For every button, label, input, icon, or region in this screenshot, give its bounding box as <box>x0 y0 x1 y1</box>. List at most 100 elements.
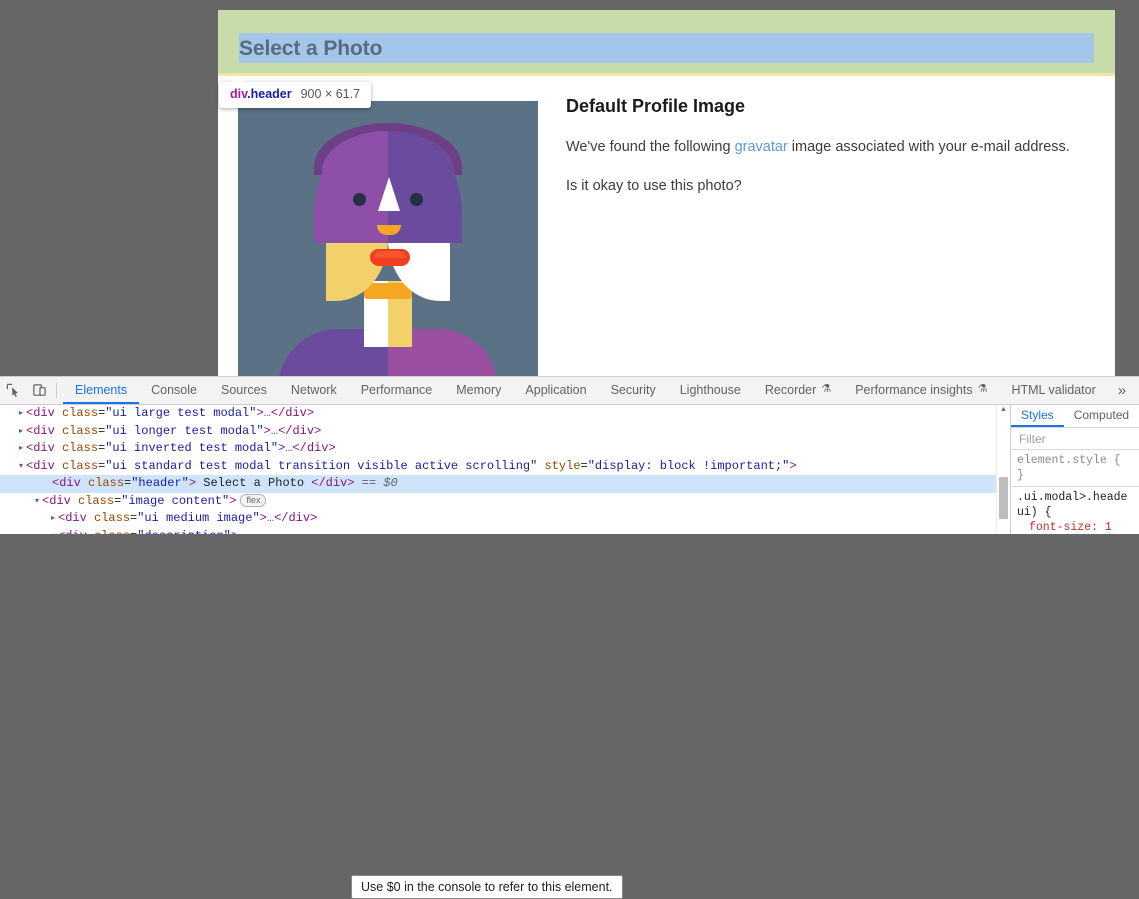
devtools-tab-recorder[interactable]: Recorder ⚗ <box>753 377 843 404</box>
page-dimmer-area: Select a Photo Default Profile Image We'… <box>0 0 1139 376</box>
dom-token: Select a Photo <box>196 476 312 490</box>
disclosure-triangle-icon[interactable]: ▸ <box>16 405 26 423</box>
tab-label: Security <box>610 382 656 397</box>
css-rule-element-style[interactable]: element.style { } <box>1011 450 1139 487</box>
dom-token: > <box>229 493 237 508</box>
devtools-panel: Elements Console Sources Network Performance… <box>0 376 1139 899</box>
dom-tree-row[interactable]: ▾ <div class = "ui standard test modal tran… <box>0 458 1010 476</box>
devtools-tab-memory[interactable]: Memory <box>444 377 513 404</box>
disclosure-triangle-icon[interactable]: ▸ <box>16 440 26 458</box>
devtools-tab-elements[interactable]: Elements <box>63 377 140 404</box>
devtools-tab-performance-insights[interactable]: Performance insights ⚗ <box>843 377 999 404</box>
element-style-selector: element.style { <box>1017 454 1121 467</box>
styles-tab-computed[interactable]: Computed <box>1064 405 1139 427</box>
dom-tree-row[interactable]: ▾ <div class="image content"> flex <box>0 493 1010 511</box>
dom-token: > <box>231 529 238 535</box>
avatar-eye-right <box>410 193 423 206</box>
paragraph-text-after: image associated with your e-mail addres… <box>787 139 1070 155</box>
gravatar-profile-image[interactable] <box>238 101 538 376</box>
dom-token: "image content" <box>121 493 230 508</box>
disclosure-triangle-icon[interactable]: ▸ <box>48 510 58 528</box>
modal-header-font-size-prop[interactable]: font-size: 1 <box>1017 520 1139 534</box>
tab-label: Sources <box>220 382 267 397</box>
dom-token: class <box>94 511 131 525</box>
dom-token: class <box>88 476 125 490</box>
modal-body: Default Profile Image We've found the fo… <box>218 76 1115 376</box>
tab-label: HTML validator <box>1011 382 1096 397</box>
tab-label: Performance insights <box>855 382 973 397</box>
dom-token: … <box>263 406 271 420</box>
devtools-tab-sources[interactable]: Sources <box>209 377 279 404</box>
dom-token: class <box>94 529 130 535</box>
dom-token: </div> <box>274 511 318 525</box>
dom-token: class <box>78 493 115 508</box>
scrollbar-thumb[interactable] <box>999 477 1008 519</box>
badge-tag-name: div <box>230 87 248 101</box>
dom-tree-row[interactable]: ▸ <div class="ui large test modal">…</div… <box>0 405 1010 423</box>
badge-dimensions: 900 × 61.7 <box>300 87 361 101</box>
devtools-tab-console[interactable]: Console <box>139 377 209 404</box>
devtools-tab-html-validator[interactable]: HTML validator <box>999 377 1107 404</box>
styles-tab-styles[interactable]: Styles <box>1011 405 1064 427</box>
dom-tree-scrollbar[interactable]: ▲ <box>996 405 1010 534</box>
devtools-tab-application[interactable]: Application <box>513 377 598 404</box>
disclosure-triangle-icon <box>42 475 52 493</box>
devtools-tab-list: Elements Console Sources Network Performance… <box>63 377 1108 404</box>
tab-label: Console <box>151 382 197 397</box>
dom-token: <div <box>26 406 63 420</box>
dom-token: "ui longer test modal" <box>105 423 264 438</box>
devtools-tab-performance[interactable]: Performance <box>349 377 445 404</box>
devtools-main: ▸ <div class="ui large test modal">…</div… <box>0 405 1139 534</box>
dom-token: </div> <box>270 406 315 420</box>
experiment-flask-icon: ⚗ <box>977 383 988 395</box>
styles-filter-input[interactable]: Filter <box>1011 428 1139 450</box>
more-tabs-button[interactable]: » <box>1108 377 1136 404</box>
disclosure-triangle-icon[interactable]: ▾ <box>16 458 26 476</box>
dom-token: > <box>259 511 267 525</box>
dom-tree-row[interactable]: ▸ <div class="ui longer test modal">…</di… <box>0 423 1010 441</box>
modal-header-padding-highlight: Select a Photo <box>218 10 1115 73</box>
modal-header-selector-line2: ui) { <box>1017 506 1052 519</box>
photo-select-modal: Select a Photo Default Profile Image We'… <box>218 10 1115 376</box>
dom-token: > <box>789 458 797 473</box>
paragraph-text-before: We've found the following <box>566 139 735 155</box>
dom-tree-pane[interactable]: ▸ <div class="ui large test modal">…</div… <box>0 405 1010 534</box>
dom-token: > <box>188 476 197 490</box>
modal-header-title: Select a Photo <box>239 37 383 60</box>
dollar-zero-tooltip: Use $0 in the console to refer to this e… <box>351 875 623 899</box>
dom-token: = <box>580 458 588 473</box>
disclosure-triangle-icon[interactable]: ▸ <box>16 423 26 441</box>
avatar-upper-lip <box>374 251 406 258</box>
dom-token: "ui medium image" <box>137 511 260 525</box>
dom-token: </div> <box>292 441 336 455</box>
dom-token: class <box>62 458 99 473</box>
gravatar-link[interactable]: gravatar <box>735 139 788 155</box>
toolbar-divider <box>56 383 57 398</box>
disclosure-triangle-icon[interactable]: ▾ <box>48 528 58 535</box>
dom-tree-row[interactable]: ▾<div class="description"> <box>0 528 1010 535</box>
devtools-tab-network[interactable]: Network <box>279 377 349 404</box>
dom-token: "display: block !important;" <box>587 458 790 473</box>
dom-token: > <box>256 406 264 420</box>
tab-label: Memory <box>456 382 502 397</box>
scroll-up-arrow-icon[interactable]: ▲ <box>997 405 1010 417</box>
flex-badge[interactable]: flex <box>240 493 267 507</box>
dom-token: <div <box>58 511 95 525</box>
styles-pane: Styles Computed Filter element.style { } … <box>1010 405 1139 534</box>
disclosure-triangle-icon[interactable]: ▾ <box>32 493 42 511</box>
device-toolbar-icon[interactable] <box>26 377 52 404</box>
avatar-fringe-notch <box>378 177 400 211</box>
dom-tree-row[interactable]: ▸ <div class="ui medium image">…</div> <box>0 510 1010 528</box>
dom-tree-row[interactable]: <div class="header"> Select a Photo </di… <box>0 475 1010 493</box>
dom-token: "ui standard test modal transition visib… <box>105 458 538 473</box>
css-rule-ui-modal-header[interactable]: .ui.modal>.heade ui) { font-size: 1 <box>1011 487 1139 534</box>
badge-class-name: .header <box>247 87 292 101</box>
inspector-element-badge: div.header 900 × 61.7 <box>219 76 372 108</box>
dom-tree-row[interactable]: ▸ <div class="ui inverted test modal">…</… <box>0 440 1010 458</box>
dom-token: <div <box>26 441 63 455</box>
inspect-element-icon[interactable] <box>0 377 26 404</box>
dom-token: > <box>263 423 271 438</box>
devtools-toolbar: Elements Console Sources Network Performance… <box>0 377 1139 405</box>
devtools-tab-security[interactable]: Security <box>599 377 668 404</box>
devtools-tab-lighthouse[interactable]: Lighthouse <box>668 377 753 404</box>
